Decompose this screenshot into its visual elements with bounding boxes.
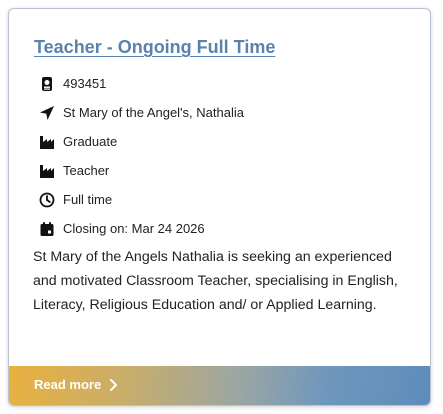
job-reference-row: 493451 <box>39 69 244 98</box>
id-badge-icon <box>39 76 55 92</box>
clock-icon <box>39 192 55 208</box>
job-closing-row: Closing on: Mar 24 2026 <box>39 214 244 243</box>
chevron-right-icon <box>109 378 118 392</box>
job-category: Graduate <box>63 134 118 149</box>
job-type-row: Full time <box>39 185 244 214</box>
job-role: Teacher <box>63 163 110 178</box>
location-arrow-icon <box>39 105 55 121</box>
read-more-label: Read more <box>34 377 102 392</box>
job-card: Teacher - Ongoing Full Time 493451 St Ma… <box>8 8 431 406</box>
job-description: St Mary of the Angels Nathalia is seekin… <box>33 249 398 313</box>
job-reference: 493451 <box>63 76 107 91</box>
industry-icon <box>39 163 55 179</box>
read-more-button[interactable]: Read more <box>34 377 118 392</box>
job-category-row: Graduate <box>39 127 244 156</box>
job-role-row: Teacher <box>39 156 244 185</box>
card-footer: Read more <box>9 366 430 405</box>
job-location-row: St Mary of the Angel's, Nathalia <box>39 98 244 127</box>
job-details-list: 493451 St Mary of the Angel's, Nathalia … <box>39 69 244 243</box>
job-closing-date: Closing on: Mar 24 2026 <box>63 221 205 236</box>
job-location: St Mary of the Angel's, Nathalia <box>63 105 244 120</box>
job-title-link[interactable]: Teacher - Ongoing Full Time <box>34 37 275 58</box>
job-type: Full time <box>63 192 113 207</box>
industry-icon <box>39 134 55 150</box>
calendar-icon <box>39 221 55 237</box>
